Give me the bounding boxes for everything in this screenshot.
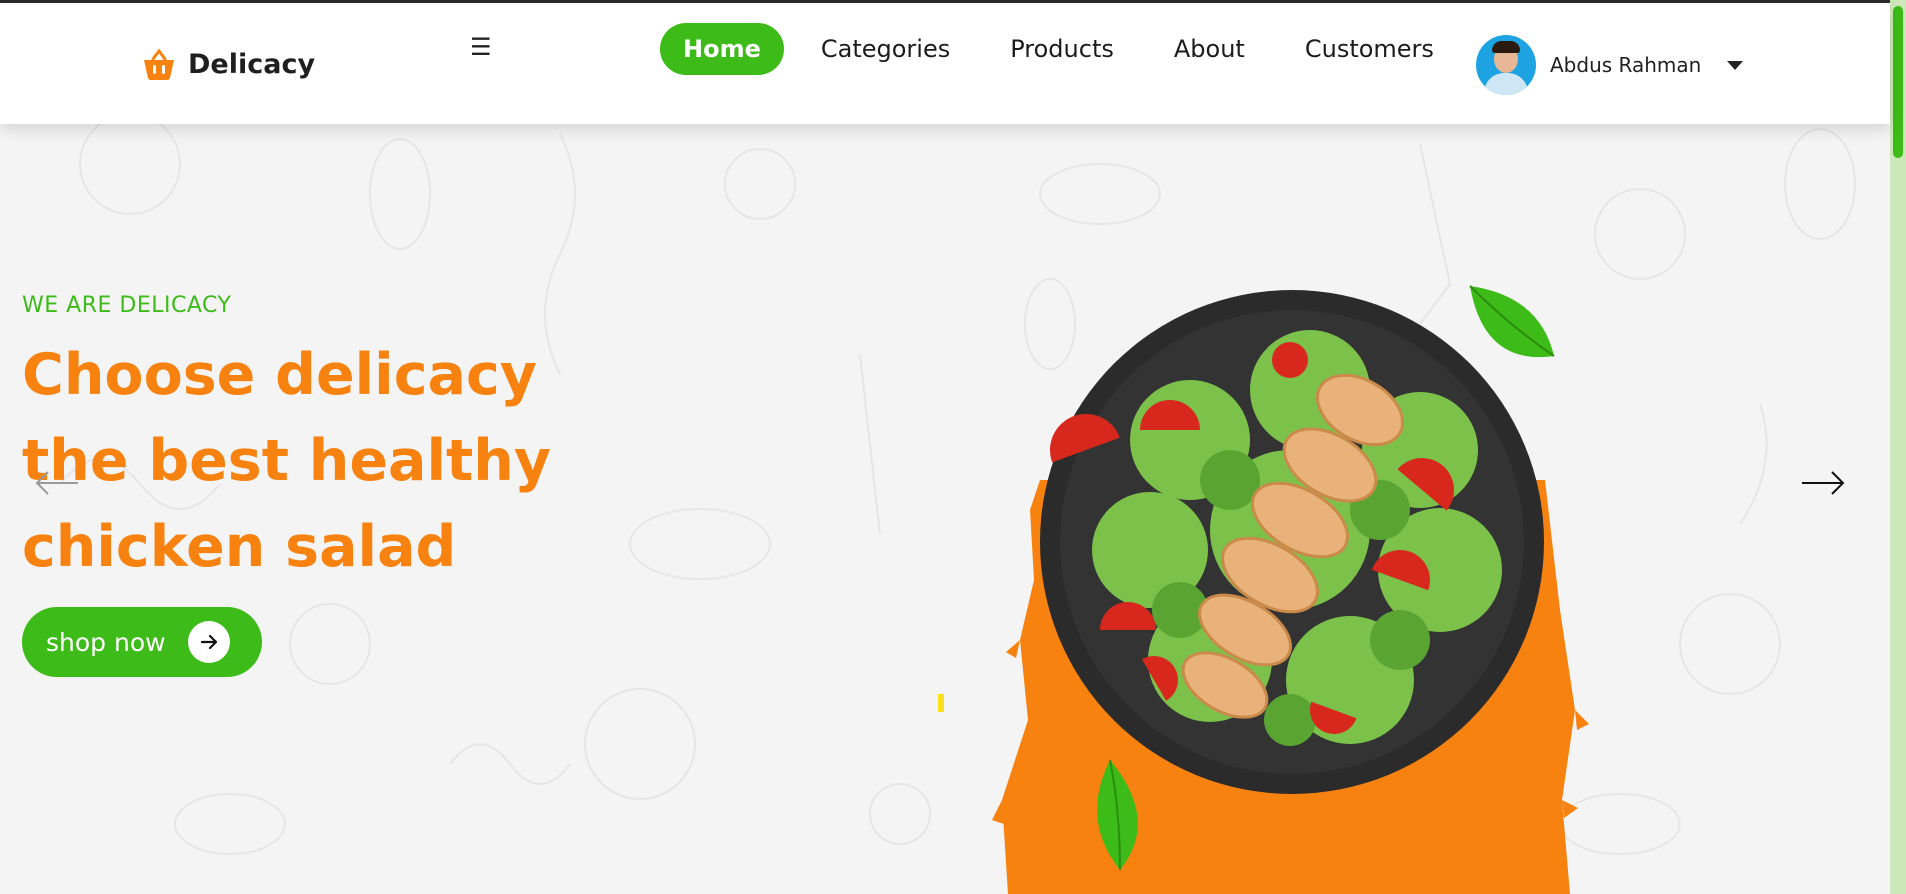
nav-item-categories[interactable]: Categories <box>798 23 973 75</box>
basket-icon <box>144 48 174 81</box>
avatar[interactable] <box>1476 35 1536 95</box>
arrow-right-icon[interactable] <box>1800 470 1846 496</box>
arrow-left-icon[interactable] <box>34 470 80 496</box>
hero-tagline: WE ARE DELICACY <box>22 293 232 318</box>
hamburger-icon[interactable]: ☰ <box>470 33 492 61</box>
top-navbar: Delicacy ☰ Home Categories Products Abou… <box>0 0 1890 124</box>
scrollbar-thumb[interactable] <box>1893 6 1903 158</box>
nav-item-products[interactable]: Products <box>987 23 1137 75</box>
page-scrollbar[interactable] <box>1890 0 1906 894</box>
nav-item-about[interactable]: About <box>1151 23 1268 75</box>
decorative-dot <box>938 694 944 712</box>
arrow-right-icon <box>187 621 230 663</box>
hero-headline: Choose delicacy the best healthy chicken… <box>22 342 552 580</box>
brand-name: Delicacy <box>188 48 316 80</box>
user-name: Abdus Rahman <box>1550 53 1702 77</box>
caret-down-icon[interactable] <box>1727 60 1744 70</box>
user-menu[interactable]: Abdus Rahman <box>1476 35 1744 95</box>
main-nav: Home Categories Products About Customers <box>660 23 1471 75</box>
nav-item-customers[interactable]: Customers <box>1282 23 1457 75</box>
hero-salad-image <box>992 285 1589 894</box>
brand-logo[interactable]: Delicacy <box>142 47 315 81</box>
nav-item-home[interactable]: Home <box>660 23 784 75</box>
shop-now-button[interactable]: shop now <box>22 607 262 677</box>
shop-now-label: shop now <box>46 627 166 657</box>
